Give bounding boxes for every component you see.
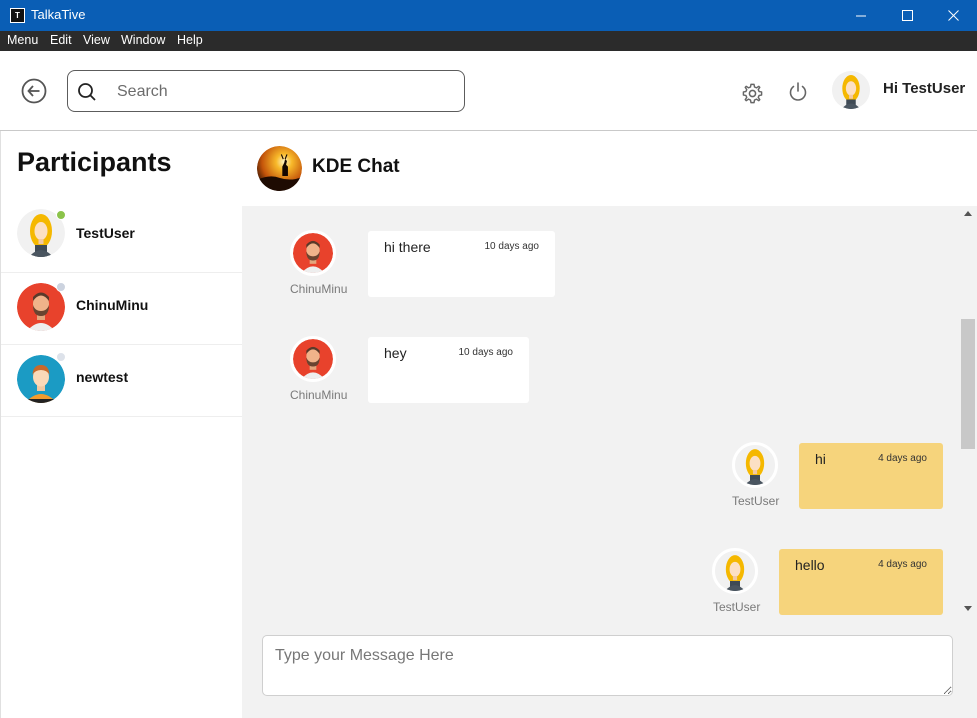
menu-item-help[interactable]: Help (177, 33, 203, 47)
app-logo-icon: T (10, 8, 25, 23)
message-avatar (732, 442, 778, 488)
message-time: 4 days ago (878, 559, 927, 570)
message-time: 10 days ago (458, 347, 514, 358)
close-button[interactable] (930, 0, 976, 31)
menu-bar: Menu Edit View Window Help (0, 31, 977, 51)
chat-title: KDE Chat (312, 156, 400, 177)
window-title: TalkaTive (31, 7, 86, 22)
scroll-up-arrow-icon[interactable] (964, 211, 972, 216)
menu-item-window[interactable]: Window (121, 33, 165, 47)
message-avatar (712, 548, 758, 594)
participant-name: TestUser (76, 225, 135, 241)
arrow-left-circle-icon (21, 78, 47, 104)
gear-icon (742, 83, 763, 104)
message-avatar (290, 230, 336, 276)
message-bubble: hey 10 days ago (368, 337, 529, 403)
back-button[interactable] (21, 78, 47, 104)
search-icon (78, 83, 96, 101)
message-bubble: hi 4 days ago (799, 443, 943, 509)
participant-item-testuser[interactable]: TestUser (1, 201, 243, 273)
maximize-button[interactable] (884, 0, 930, 31)
message-sender: ChinuMinu (290, 388, 348, 402)
minimize-icon (855, 15, 866, 17)
status-offline-dot (56, 352, 66, 362)
menu-item-edit[interactable]: Edit (50, 33, 72, 47)
scrollbar-thumb[interactable] (961, 319, 975, 449)
message-avatar (290, 336, 336, 382)
window-titlebar: T TalkaTive (0, 0, 977, 31)
status-online-dot (56, 210, 66, 220)
avatar (17, 355, 65, 403)
message-composer (242, 620, 977, 718)
group-avatar (257, 146, 302, 191)
close-icon (947, 10, 959, 21)
search-box[interactable] (67, 70, 465, 112)
message-input[interactable] (262, 635, 953, 696)
logout-button[interactable] (787, 81, 809, 103)
power-icon (789, 82, 807, 101)
message-scrollbar[interactable] (960, 206, 977, 620)
participants-sidebar: Participants TestUser ChinuMinu newtest (0, 131, 243, 718)
participant-name: ChinuMinu (76, 297, 149, 313)
settings-button[interactable] (741, 82, 764, 105)
message-sender: TestUser (732, 494, 780, 508)
message-list[interactable]: ChinuMinu hi there 10 days ago ChinuMinu… (242, 206, 960, 620)
message-time: 4 days ago (878, 453, 927, 464)
message-text: hey (384, 345, 407, 361)
message-bubble: hello 4 days ago (779, 549, 943, 615)
minimize-button[interactable] (838, 0, 884, 31)
message-bubble: hi there 10 days ago (368, 231, 555, 297)
message-text: hi there (384, 239, 431, 255)
message-sender: ChinuMinu (290, 282, 348, 296)
participant-name: newtest (76, 369, 129, 385)
user-greeting: Hi TestUser (883, 80, 966, 97)
message-time: 10 days ago (484, 241, 540, 252)
current-user-avatar[interactable] (832, 71, 870, 109)
search-input[interactable] (117, 80, 447, 104)
maximize-icon (901, 10, 913, 21)
menu-item-view[interactable]: View (83, 33, 110, 47)
menu-item-menu[interactable]: Menu (7, 33, 38, 47)
chat-header: KDE Chat (242, 131, 977, 206)
message-sender: TestUser (713, 600, 761, 614)
scroll-down-arrow-icon[interactable] (964, 606, 972, 611)
app-header: Hi TestUser (0, 51, 977, 131)
participants-title: Participants (17, 147, 172, 177)
message-text: hello (795, 557, 825, 573)
status-offline-dot (56, 282, 66, 292)
participant-item-newtest[interactable]: newtest (1, 345, 243, 417)
participant-item-chinuminu[interactable]: ChinuMinu (1, 273, 243, 345)
message-text: hi (815, 451, 826, 467)
